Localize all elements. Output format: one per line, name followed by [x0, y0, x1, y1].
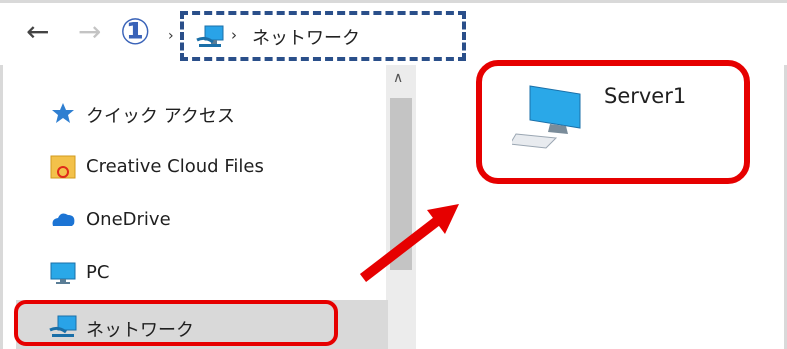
breadcrumb-separator: ›	[231, 26, 237, 44]
network-icon	[195, 24, 225, 54]
nav-item-label: OneDrive	[86, 209, 171, 230]
nav-item-label: PC	[86, 262, 110, 283]
nav-item-label: クイック アクセス	[86, 106, 235, 127]
server-name[interactable]: Server1	[604, 84, 686, 108]
forward-button[interactable]: →	[78, 18, 101, 46]
network-item-highlight-box	[14, 300, 338, 346]
recent-locations-chevron-icon[interactable]: ›	[168, 22, 174, 50]
nav-item-label: Creative Cloud Files	[86, 156, 264, 177]
computer-icon[interactable]	[509, 82, 592, 156]
creative-cloud-folder-icon	[48, 152, 82, 186]
red-arrow-icon	[355, 196, 465, 290]
scroll-up-arrow-icon[interactable]: ∧	[393, 70, 403, 86]
star-pin-icon	[48, 98, 82, 132]
breadcrumb-location[interactable]: ネットワーク	[252, 24, 360, 50]
annotation-number: ①	[120, 12, 151, 53]
onedrive-cloud-icon	[48, 205, 82, 239]
monitor-icon	[48, 258, 82, 292]
back-button[interactable]: ←	[26, 18, 49, 46]
